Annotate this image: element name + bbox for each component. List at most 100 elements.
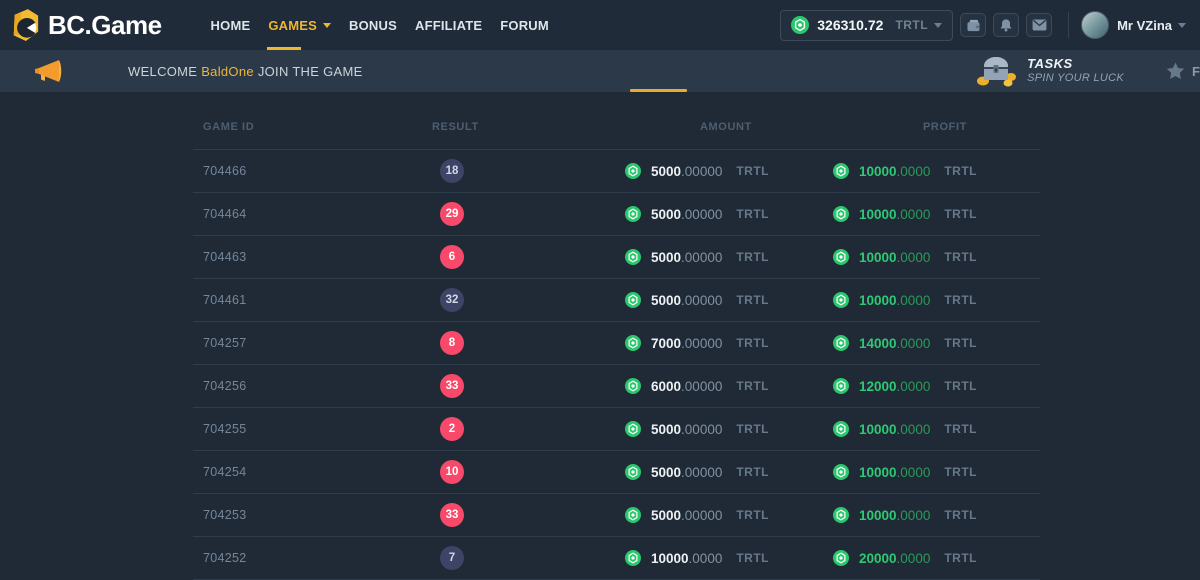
amount-currency: TRTL <box>736 379 769 393</box>
main-content: GAME ID RESULT AMOUNT PROFIT 704466 18 5… <box>0 92 1200 580</box>
profit-currency: TRTL <box>944 551 977 565</box>
result-cell: 8 <box>418 331 518 355</box>
active-tab-indicator <box>630 89 687 92</box>
profit-cell: 10000.0000 TRTL <box>808 507 1040 523</box>
table-row[interactable]: 704257 8 7000.00000 TRTL <box>193 322 1040 365</box>
amount-decimals: .00000 <box>681 336 722 351</box>
game-id-cell: 704257 <box>193 336 418 350</box>
table-header-row: GAME ID RESULT AMOUNT PROFIT <box>193 105 1040 150</box>
balance-selector[interactable]: 326310.72 TRTL <box>780 10 953 41</box>
amount-currency: TRTL <box>736 551 769 565</box>
trtl-coin-icon <box>833 421 849 437</box>
profit-cell: 10000.0000 TRTL <box>808 206 1040 222</box>
trtl-coin-icon <box>625 421 641 437</box>
game-id-cell: 704253 <box>193 508 418 522</box>
amount-decimals: .00000 <box>681 250 722 265</box>
table-row[interactable]: 704255 2 5000.00000 TRTL <box>193 408 1040 451</box>
messages-button[interactable] <box>1026 13 1052 37</box>
trtl-coin-icon <box>625 292 641 308</box>
table-row[interactable]: 704252 7 10000.0000 TRTL <box>193 537 1040 580</box>
amount-cell: 5000.00000 TRTL <box>518 464 808 480</box>
profit-currency: TRTL <box>944 250 977 264</box>
profit-cell: 10000.0000 TRTL <box>808 421 1040 437</box>
game-id-cell: 704461 <box>193 293 418 307</box>
amount-integer: 10000 <box>651 551 689 566</box>
bets-table: GAME ID RESULT AMOUNT PROFIT 704466 18 5… <box>193 105 1040 580</box>
amount-cell: 7000.00000 TRTL <box>518 335 808 351</box>
result-badge: 18 <box>440 159 464 183</box>
result-cell: 6 <box>418 245 518 269</box>
bell-icon <box>999 18 1013 32</box>
table-row[interactable]: 704463 6 5000.00000 TRTL <box>193 236 1040 279</box>
trtl-coin-icon <box>625 464 641 480</box>
profit-currency: TRTL <box>944 164 977 178</box>
profit-integer: 10000 <box>859 207 897 222</box>
profit-decimals: .0000 <box>897 164 931 179</box>
brand-name: BC.Game <box>48 10 162 41</box>
profit-decimals: .0000 <box>897 250 931 265</box>
main-navigation: HOMEGAMES BONUS AFFILIATEFORUM <box>202 0 558 50</box>
amount-currency: TRTL <box>736 207 769 221</box>
top-navbar: BC.Game HOMEGAMES BONUS AFFILIATEFORUM 326… <box>0 0 1200 50</box>
brand[interactable]: BC.Game <box>10 8 162 42</box>
nav-item-games[interactable]: GAMES <box>259 0 340 50</box>
welcome-username[interactable]: BaldOne <box>201 64 254 79</box>
game-id-cell: 704466 <box>193 164 418 178</box>
result-cell: 18 <box>418 159 518 183</box>
notifications-button[interactable] <box>993 13 1019 37</box>
nav-item-home[interactable]: HOME <box>202 0 260 50</box>
amount-integer: 5000 <box>651 465 681 480</box>
favorites-shortcut[interactable]: F <box>1166 62 1200 80</box>
tasks-shortcut[interactable]: TASKS SPIN YOUR LUCK <box>975 54 1124 88</box>
nav-item-bonus[interactable]: BONUS <box>340 0 406 50</box>
nav-item-affiliate[interactable]: AFFILIATE <box>406 0 491 50</box>
trtl-coin-icon <box>625 206 641 222</box>
amount-integer: 5000 <box>651 293 681 308</box>
table-row[interactable]: 704254 10 5000.00000 TRTL <box>193 451 1040 494</box>
amount-currency: TRTL <box>736 422 769 436</box>
wallet-button[interactable] <box>960 13 986 37</box>
table-row[interactable]: 704464 29 5000.00000 TRTL <box>193 193 1040 236</box>
user-menu[interactable]: Mr VZina <box>1081 11 1186 39</box>
amount-integer: 5000 <box>651 164 681 179</box>
result-badge: 33 <box>440 374 464 398</box>
balance-currency: TRTL <box>895 18 928 32</box>
table-row[interactable]: 704466 18 5000.00000 TRTL <box>193 150 1040 193</box>
profit-currency: TRTL <box>944 207 977 221</box>
announcement-bar: WELCOME BaldOne JOIN THE GAME TASKS SPIN… <box>0 50 1200 92</box>
trtl-coin-icon <box>833 464 849 480</box>
amount-integer: 5000 <box>651 250 681 265</box>
trtl-coin-icon <box>833 163 849 179</box>
amount-cell: 5000.00000 TRTL <box>518 163 808 179</box>
chevron-down-icon <box>323 23 331 28</box>
trtl-coin-icon <box>791 16 809 34</box>
game-id-cell: 704464 <box>193 207 418 221</box>
table-rows: 704466 18 5000.00000 TRTL <box>193 150 1040 580</box>
result-badge: 6 <box>440 245 464 269</box>
result-badge: 2 <box>440 417 464 441</box>
profit-integer: 10000 <box>859 250 897 265</box>
result-badge: 10 <box>440 460 464 484</box>
result-badge: 33 <box>440 503 464 527</box>
amount-integer: 5000 <box>651 422 681 437</box>
amount-cell: 5000.00000 TRTL <box>518 507 808 523</box>
table-row[interactable]: 704256 33 6000.00000 TRTL <box>193 365 1040 408</box>
balance-amount: 326310.72 <box>817 17 883 33</box>
profit-decimals: .0000 <box>897 422 931 437</box>
profit-integer: 10000 <box>859 293 897 308</box>
amount-integer: 5000 <box>651 207 681 222</box>
nav-item-forum[interactable]: FORUM <box>491 0 558 50</box>
amount-decimals: .00000 <box>681 508 722 523</box>
star-icon <box>1166 62 1185 80</box>
profit-decimals: .0000 <box>897 379 931 394</box>
nav-item-label: BONUS <box>349 18 397 33</box>
table-row[interactable]: 704461 32 5000.00000 TRTL <box>193 279 1040 322</box>
amount-decimals: .00000 <box>681 293 722 308</box>
trtl-coin-icon <box>833 292 849 308</box>
profit-integer: 20000 <box>859 551 897 566</box>
table-row[interactable]: 704253 33 5000.00000 TRTL <box>193 494 1040 537</box>
result-badge: 8 <box>440 331 464 355</box>
amount-currency: TRTL <box>736 336 769 350</box>
amount-integer: 5000 <box>651 508 681 523</box>
amount-decimals: .00000 <box>681 465 722 480</box>
